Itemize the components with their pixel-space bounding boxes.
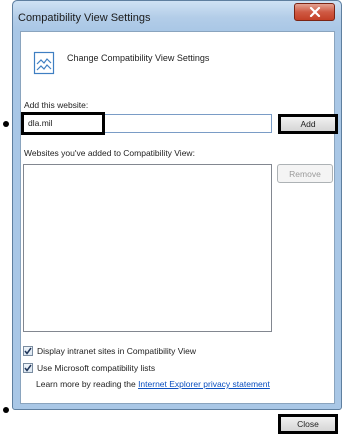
remove-button[interactable]: Remove	[277, 164, 333, 183]
window-title: Compatibility View Settings	[18, 12, 151, 24]
ms-lists-option-label: Use Microsoft compatibility lists	[37, 363, 156, 373]
checkmark-icon	[24, 364, 32, 372]
ms-lists-option[interactable]: Use Microsoft compatibility lists	[23, 363, 155, 373]
dialog-window: Compatibility View Settings Change Compa…	[12, 0, 342, 434]
title-bar[interactable]: Compatibility View Settings	[13, 1, 341, 31]
close-button[interactable]: Close	[278, 414, 338, 434]
window-close-button[interactable]	[294, 3, 335, 21]
add-button[interactable]: Add	[278, 114, 338, 134]
websites-listbox[interactable]	[23, 164, 272, 332]
dialog-content: Change Compatibility View Settings Add t…	[20, 31, 338, 434]
privacy-prefix: Learn more by reading the	[36, 379, 139, 389]
intranet-option-label: Display intranet sites in Compatibility …	[37, 346, 197, 356]
privacy-statement-link[interactable]: Internet Explorer privacy statement	[138, 379, 270, 389]
pointer-dot	[3, 121, 9, 127]
add-website-label: Add this website:	[24, 100, 89, 110]
input-highlight-box	[21, 112, 105, 135]
close-icon	[309, 7, 320, 17]
compatibility-view-icon	[33, 51, 55, 75]
pointer-dot	[3, 407, 9, 413]
websites-list-label: Websites you've added to Compatibility V…	[24, 148, 195, 158]
intranet-checkbox[interactable]	[23, 346, 33, 356]
intranet-option[interactable]: Display intranet sites in Compatibility …	[23, 346, 196, 356]
checkmark-icon	[24, 347, 32, 355]
header-text: Change Compatibility View Settings	[67, 53, 210, 63]
ms-lists-checkbox[interactable]	[23, 363, 33, 373]
privacy-statement-line: Learn more by reading the Internet Explo…	[36, 379, 270, 389]
